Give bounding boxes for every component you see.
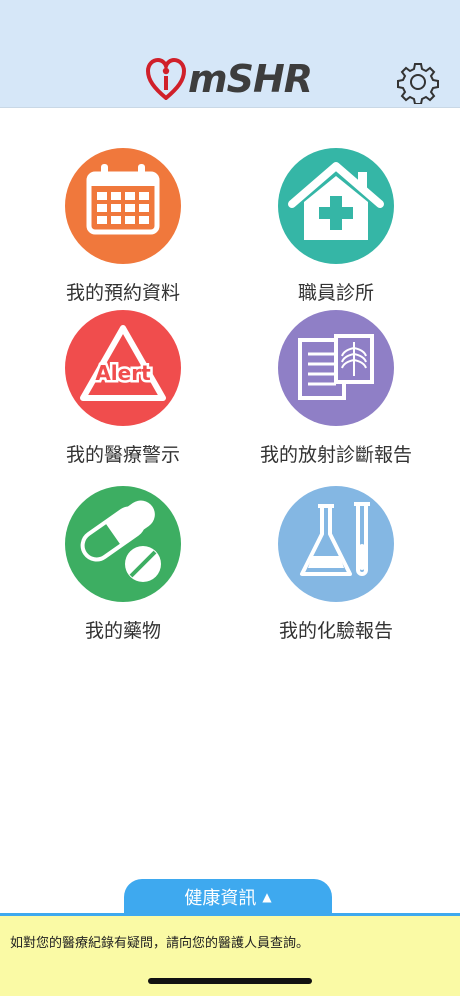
calendar-icon: [86, 164, 160, 235]
medical-alert-circle: Alert: [65, 310, 181, 426]
menu-staff-clinic[interactable]: 職員診所: [236, 148, 436, 305]
health-info-label: 健康資訊: [184, 888, 257, 909]
menu-label: 我的藥物: [84, 620, 161, 642]
clinic-house-icon: [288, 162, 384, 240]
app-header: mSHR: [0, 0, 460, 108]
notice-text: 如對您的醫療紀錄有疑問，請向您的醫護人員查詢。: [10, 936, 310, 951]
home-indicator[interactable]: [148, 978, 312, 984]
radiology-report-circle: [278, 310, 394, 426]
menu-appointments[interactable]: 我的預約資料: [23, 148, 223, 305]
menu-label: 職員診所: [297, 282, 374, 304]
menu-label: 我的化驗報告: [278, 620, 393, 642]
alert-icon-text: Alert: [95, 361, 151, 385]
menu-medical-alert[interactable]: Alert 我的醫療警示: [23, 310, 223, 467]
medications-circle: [65, 486, 181, 602]
health-info-tab[interactable]: 健康資訊 ▲: [124, 879, 332, 915]
menu-medications[interactable]: 我的藥物: [23, 486, 223, 643]
chevron-up-icon: ▲: [262, 890, 272, 904]
settings-gear-icon[interactable]: [396, 60, 440, 105]
lab-flask-icon: [300, 502, 370, 576]
mshr-logo: mSHR: [146, 56, 313, 102]
staff-clinic-circle: [278, 148, 394, 264]
menu-label: 我的醫療警示: [65, 444, 180, 466]
lab-report-circle: [278, 486, 394, 602]
menu-label: 我的放射診斷報告: [259, 444, 412, 466]
menu-radiology-report[interactable]: 我的放射診斷報告: [236, 310, 436, 467]
app-name: mSHR: [188, 57, 313, 101]
pills-icon: [80, 500, 161, 582]
xray-report-icon: [298, 334, 374, 400]
appointments-circle: [65, 148, 181, 264]
menu-label: 我的預約資料: [65, 282, 180, 304]
alert-triangle-icon: Alert: [80, 325, 166, 401]
heart-logo-icon: [146, 58, 186, 100]
menu-lab-report[interactable]: 我的化驗報告: [236, 486, 436, 643]
